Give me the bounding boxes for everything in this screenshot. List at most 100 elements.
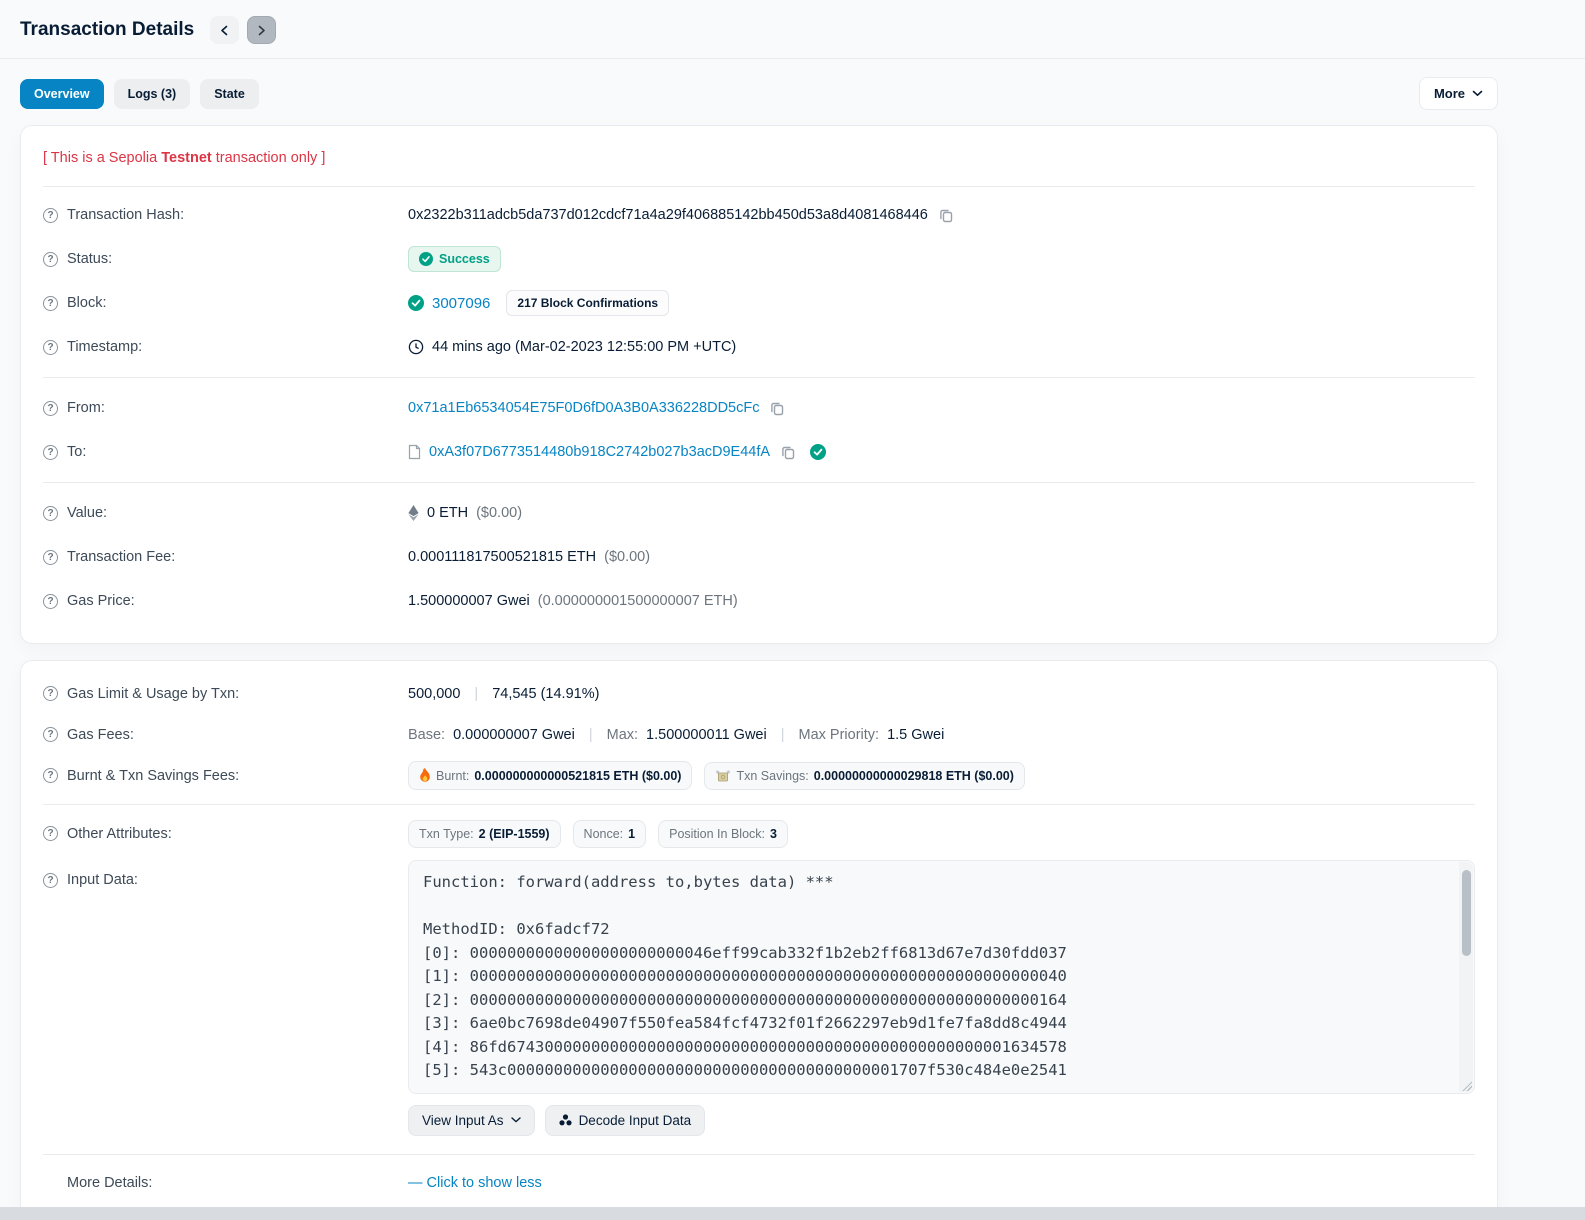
testnet-notice-prefix: [ This is a Sepolia <box>43 150 162 166</box>
decode-blocks-icon <box>558 1114 572 1126</box>
input-data-label: Input Data: <box>67 872 138 888</box>
gas-priority-label: Max Priority: <box>798 726 880 743</box>
copy-icon[interactable] <box>938 207 954 223</box>
value-usd: ($0.00) <box>476 505 523 521</box>
txn-savings-value: 0.00000000000029818 ETH ($0.00) <box>813 768 1014 783</box>
block-label: Block: <box>67 295 107 311</box>
transaction-hash-value: 0x2322b311adcb5da737d012cdcf71a4a29f4068… <box>408 207 928 223</box>
view-input-as-button[interactable]: View Input As <box>408 1104 535 1136</box>
burnt-fees-row: ? Burnt & Txn Savings Fees: Burnt: 0.000… <box>43 755 1475 796</box>
gas-base-label: Base: <box>408 726 446 743</box>
verified-check-icon <box>810 444 827 460</box>
block-row: ? Block: 3007096 217 Block Confirmations <box>43 281 1475 325</box>
nonce-label: Nonce: <box>583 826 624 841</box>
divider <box>43 1153 1475 1155</box>
gas-max-label: Max: <box>606 726 639 743</box>
transaction-hash-row: ? Transaction Hash: 0x2322b311adcb5da737… <box>43 193 1475 237</box>
help-icon[interactable]: ? <box>43 826 58 841</box>
copy-icon[interactable] <box>780 444 796 460</box>
page-title: Transaction Details <box>20 19 195 40</box>
to-address-link[interactable]: 0xA3f07D6773514480b918C2742b027b3acD9E44… <box>429 444 770 460</box>
gas-price-label: Gas Price: <box>67 593 135 609</box>
scrollbar-track[interactable] <box>1459 862 1473 1092</box>
gas-fees-label: Gas Fees: <box>67 726 134 743</box>
clock-icon <box>408 339 424 355</box>
view-input-as-label: View Input As <box>422 1112 504 1128</box>
txn-type-value: 2 (EIP-1559) <box>478 826 550 841</box>
show-less-link[interactable]: — Click to show less <box>408 1175 542 1191</box>
transaction-fee-row: ? Transaction Fee: 0.000111817500521815 … <box>43 535 1475 579</box>
burnt-label: Burnt: <box>436 768 470 783</box>
timestamp-row: ? Timestamp: 44 mins ago (Mar-02-2023 12… <box>43 325 1475 369</box>
input-data-line: [3]: 6ae0bc7698de04907f550fea584fcf4732f… <box>423 1014 1067 1032</box>
page-header: Transaction Details <box>0 0 1585 58</box>
to-row: ? To: 0xA3f07D6773514480b918C2742b027b3a… <box>43 430 1475 474</box>
gas-price-eth: (0.000000001500000007 ETH) <box>537 593 738 609</box>
help-icon[interactable]: ? <box>43 400 58 416</box>
gas-max-value: 1.500000011 Gwei <box>646 726 767 743</box>
transaction-fee-amount: 0.000111817500521815 ETH <box>408 549 597 565</box>
from-row: ? From: 0x71a1Eb6534054E75F0D6fD0A3B0A33… <box>43 386 1475 430</box>
other-attributes-label: Other Attributes: <box>67 825 172 842</box>
help-icon[interactable]: ? <box>43 444 58 460</box>
more-button[interactable]: More <box>1418 77 1498 110</box>
transaction-fee-label: Transaction Fee: <box>67 549 176 565</box>
tab-logs[interactable]: Logs (3) <box>113 78 191 109</box>
check-circle-icon <box>408 295 424 311</box>
help-icon[interactable]: ? <box>43 505 58 521</box>
money-wings-icon <box>715 769 731 782</box>
help-icon[interactable]: ? <box>43 727 58 742</box>
burnt-fees-label: Burnt & Txn Savings Fees: <box>67 767 240 784</box>
tab-overview[interactable]: Overview <box>20 78 104 109</box>
help-icon[interactable]: ? <box>43 593 58 609</box>
testnet-notice: [ This is a Sepolia Testnet transaction … <box>43 150 1475 166</box>
tab-state[interactable]: State <box>200 78 259 109</box>
timestamp-label: Timestamp: <box>67 339 143 355</box>
block-number-link[interactable]: 3007096 <box>432 295 490 312</box>
transaction-hash-label: Transaction Hash: <box>67 207 185 223</box>
prev-transaction-button[interactable] <box>210 16 240 44</box>
help-icon[interactable]: ? <box>43 686 58 701</box>
input-data-box[interactable]: Function: forward(address to,bytes data)… <box>408 860 1475 1094</box>
divider <box>43 804 1475 805</box>
copy-icon[interactable] <box>769 400 785 416</box>
input-data-line: [0]: 00000000000000000000000046eff99cab3… <box>423 943 1067 962</box>
help-icon[interactable]: ? <box>43 872 58 888</box>
from-label: From: <box>67 400 105 416</box>
gas-used-value: 74,545 (14.91%) <box>492 685 600 702</box>
header-divider <box>0 58 1585 59</box>
divider <box>43 482 1475 483</box>
help-icon[interactable]: ? <box>43 339 58 355</box>
scrollbar-thumb[interactable] <box>1461 870 1471 956</box>
resize-grip[interactable] <box>1461 1079 1472 1091</box>
fire-icon <box>419 768 431 783</box>
status-badge-label: Success <box>439 252 490 266</box>
value-row: ? Value: 0 ETH ($0.00) <box>43 491 1475 535</box>
burnt-value: 0.000000000000521815 ETH ($0.00) <box>474 768 682 783</box>
gas-price-amount: 1.500000007 Gwei <box>408 593 530 609</box>
txn-savings-badge: Txn Savings: 0.00000000000029818 ETH ($0… <box>704 761 1025 790</box>
help-icon[interactable]: ? <box>43 549 58 565</box>
help-icon[interactable]: ? <box>43 207 58 223</box>
check-circle-icon <box>419 252 433 266</box>
tab-bar: Overview Logs (3) State More <box>20 77 1498 110</box>
overview-card: [ This is a Sepolia Testnet transaction … <box>20 125 1498 644</box>
next-transaction-button[interactable] <box>247 16 277 44</box>
position-in-block-badge: Position In Block: 3 <box>658 819 788 848</box>
testnet-notice-suffix: transaction only ] <box>211 150 326 166</box>
value-label: Value: <box>67 505 108 521</box>
to-label: To: <box>67 444 87 460</box>
help-icon[interactable]: ? <box>43 251 58 267</box>
eth-diamond-icon <box>408 505 419 521</box>
decode-input-data-button[interactable]: Decode Input Data <box>544 1104 706 1136</box>
contract-file-icon <box>408 444 421 460</box>
input-data-line: [5]: 543c0000000000000000000000000000000… <box>423 1061 1067 1079</box>
from-address-link[interactable]: 0x71a1Eb6534054E75F0D6fD0A3B0A336228DD5c… <box>408 400 759 416</box>
help-icon[interactable]: ? <box>43 768 58 783</box>
nonce-value: 1 <box>628 826 636 841</box>
help-icon[interactable]: ? <box>43 295 58 311</box>
divider <box>43 377 1475 378</box>
transaction-fee-usd: ($0.00) <box>604 549 651 565</box>
nonce-badge: Nonce: 1 <box>572 819 647 848</box>
input-data-line <box>423 895 1448 919</box>
